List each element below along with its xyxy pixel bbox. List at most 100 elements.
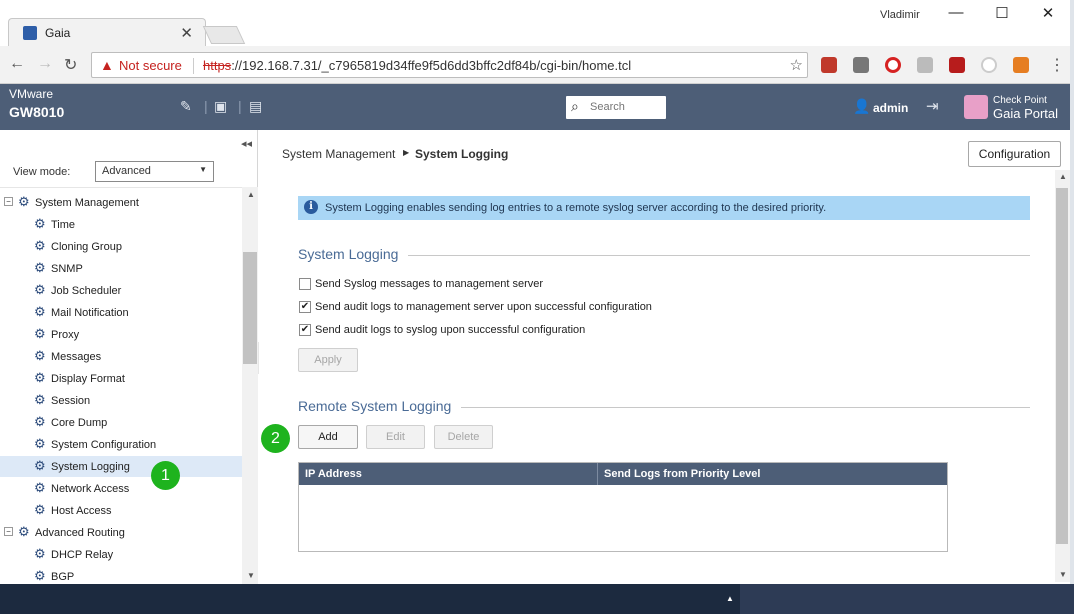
sidebar-scrollbar[interactable]	[242, 187, 258, 584]
app-header: VMware GW8010 ✎ | ▣ | ▤ ⌕ 👤 admin ⇥ Chec…	[0, 84, 1074, 130]
tree-item[interactable]: ⚙ Cloning Group	[0, 236, 242, 257]
main-scroll-thumb[interactable]	[1056, 188, 1068, 544]
tree-item-label: Mail Notification	[51, 307, 129, 319]
tree-item[interactable]: − ⚙ System Management	[0, 192, 242, 213]
breadcrumb-parent[interactable]: System Management	[282, 147, 395, 161]
remote-servers-table: IP Address Send Logs from Priority Level	[298, 462, 948, 552]
edit-button[interactable]: Edit	[366, 425, 425, 449]
address-separator	[193, 58, 194, 74]
document-icon[interactable]: ▤	[249, 98, 262, 115]
maximize-button[interactable]: ☐	[990, 4, 1014, 26]
extension-2-icon[interactable]	[853, 57, 869, 73]
gear-icon: ⚙	[34, 304, 46, 319]
new-tab-button[interactable]	[202, 26, 246, 44]
column-divider	[597, 463, 598, 485]
tab-title: Gaia	[45, 26, 71, 40]
taskbar-chevron-up-icon[interactable]: ▲	[726, 594, 734, 603]
extension-rings-icon[interactable]	[981, 57, 997, 73]
tree-item[interactable]: ⚙ Core Dump	[0, 412, 242, 433]
collapse-sidebar-icon[interactable]: ◂◂	[241, 137, 252, 150]
tree-item-label: Cloning Group	[51, 241, 122, 253]
username-label[interactable]: admin	[873, 101, 908, 115]
search-box[interactable]: ⌕	[566, 96, 666, 119]
configuration-button[interactable]: Configuration	[968, 141, 1061, 167]
routing-icon: ⚙	[34, 546, 46, 561]
tree-item[interactable]: ⚙ Network Access	[0, 478, 242, 499]
brand-line2: Gaia Portal	[993, 106, 1059, 121]
tree-item[interactable]: ⚙ BGP	[0, 566, 242, 584]
column-header-priority[interactable]: Send Logs from Priority Level	[604, 468, 760, 480]
checkbox-label: Send Syslog messages to management serve…	[315, 278, 544, 290]
browser-tab[interactable]: Gaia ✕	[8, 18, 206, 46]
step-badge-1: 1	[151, 461, 180, 490]
apply-button[interactable]: Apply	[298, 348, 358, 372]
extension-shield-icon[interactable]	[1013, 57, 1029, 73]
column-header-ip[interactable]: IP Address	[305, 468, 362, 480]
window-close-button[interactable]: ✕	[1036, 4, 1060, 26]
scroll-down-icon[interactable]: ▼	[247, 571, 255, 580]
tree-item[interactable]: ⚙ SNMP	[0, 258, 242, 279]
tools-icon[interactable]: ✎	[180, 98, 192, 115]
url-path: ://192.168.7.31/_c7965819d34ffe9f5d6dd3b…	[231, 58, 632, 73]
tree-item-label: DHCP Relay	[51, 549, 114, 561]
breadcrumb-arrow-icon: ▶	[403, 148, 410, 157]
checkbox-box[interactable]: ✔	[299, 301, 311, 313]
delete-button[interactable]: Delete	[434, 425, 493, 449]
extension-1-icon[interactable]	[821, 57, 837, 73]
add-button[interactable]: Add	[298, 425, 358, 449]
reader-icon[interactable]	[917, 57, 933, 73]
not-secure-label[interactable]: Not secure	[119, 58, 182, 73]
tree-item[interactable]: ⚙ Time	[0, 214, 242, 235]
logout-icon[interactable]: ⇥	[926, 97, 939, 115]
checkbox-box[interactable]	[299, 278, 311, 290]
url-text[interactable]: https://192.168.7.31/_c7965819d34ffe9f5d…	[203, 58, 631, 73]
taskbar-tray	[740, 584, 1074, 614]
scroll-up-icon[interactable]: ▲	[1059, 172, 1067, 181]
view-mode-label: View mode:	[13, 166, 71, 178]
tree-item[interactable]: ⚙ Messages	[0, 346, 242, 367]
taskbar: ▲	[0, 584, 1074, 614]
gear-icon: ⚙	[34, 326, 46, 341]
collapse-toggle-icon[interactable]: −	[4, 527, 13, 536]
collapse-toggle-icon[interactable]: −	[4, 197, 13, 206]
browser-menu-icon[interactable]: ⋮	[1049, 55, 1065, 75]
tree-item-label: Job Scheduler	[51, 285, 122, 297]
reload-icon[interactable]: ↻	[64, 55, 77, 75]
tree-item[interactable]: ⚙ Host Access	[0, 500, 242, 521]
tree-item[interactable]: ⚙ DHCP Relay	[0, 544, 242, 565]
back-arrow-icon[interactable]: ←	[9, 55, 25, 73]
scroll-up-icon[interactable]: ▲	[247, 190, 255, 199]
pdf-icon[interactable]	[949, 57, 965, 73]
opera-icon[interactable]	[885, 57, 901, 73]
tree-item[interactable]: ⚙ Session	[0, 390, 242, 411]
gear-icon: ⚙	[18, 194, 30, 209]
tree-item[interactable]: − ⚙ Advanced Routing	[0, 522, 242, 543]
tree-item[interactable]: ⚙ Display Format	[0, 368, 242, 389]
tree-item[interactable]: ⚙ Job Scheduler	[0, 280, 242, 301]
search-icon: ⌕	[571, 98, 579, 114]
table-header: IP Address Send Logs from Priority Level	[299, 463, 947, 485]
browser-user-label[interactable]: Vladimir	[880, 9, 920, 21]
tree-item[interactable]: ⚙ Proxy	[0, 324, 242, 345]
main-content: System Management ▶ System Logging Confi…	[259, 130, 1074, 584]
scroll-down-icon[interactable]: ▼	[1059, 570, 1067, 579]
gear-icon: ⚙	[34, 458, 46, 473]
minimize-button[interactable]: —	[944, 4, 968, 26]
forward-arrow-icon[interactable]: →	[37, 55, 53, 73]
gear-icon: ⚙	[34, 480, 46, 495]
gear-icon: ⚙	[34, 282, 46, 297]
view-mode-select[interactable]: Advanced ▼	[95, 161, 214, 182]
checkpoint-logo-icon	[964, 95, 988, 119]
tree-item[interactable]: ⚙ System Logging	[0, 456, 242, 477]
checkbox-box[interactable]: ✔	[299, 324, 311, 336]
bookmark-star-icon[interactable]: ☆	[790, 56, 803, 74]
tab-close-icon[interactable]: ✕	[180, 24, 193, 42]
tree-item[interactable]: ⚙ System Configuration	[0, 434, 242, 455]
tree-item[interactable]: ⚙ Mail Notification	[0, 302, 242, 323]
terminal-icon[interactable]: ▣	[214, 98, 227, 115]
tree-item-label: Messages	[51, 351, 102, 363]
search-input[interactable]	[590, 99, 662, 115]
sidebar-scroll-thumb[interactable]	[243, 252, 257, 364]
address-bar[interactable]: ▲ Not secure https://192.168.7.31/_c7965…	[91, 52, 808, 78]
browser-titlebar: Gaia ✕ Vladimir — ☐ ✕	[0, 0, 1074, 46]
